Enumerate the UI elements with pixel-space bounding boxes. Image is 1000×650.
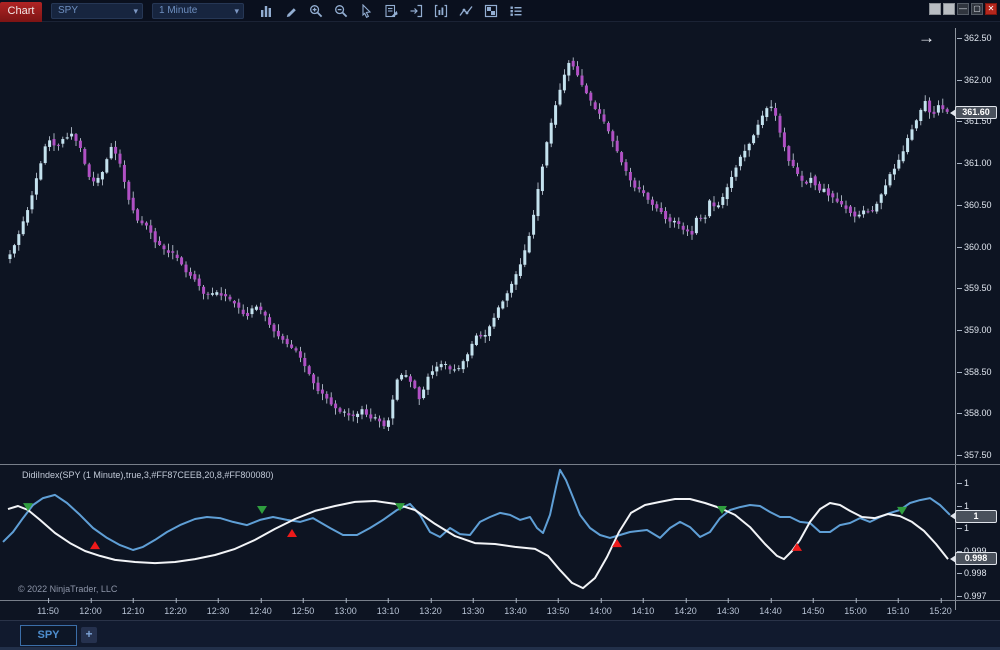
time-tick-label: 13:30 [462, 606, 485, 616]
instrument-value: SPY [58, 5, 78, 16]
indicator-tick-label: 0.998 [964, 569, 987, 578]
time-tick-label: 12:20 [164, 606, 187, 616]
properties-icon[interactable] [483, 3, 499, 19]
zoom-in-icon[interactable] [308, 3, 324, 19]
drawing-tools-icon[interactable] [283, 3, 299, 19]
time-tick-label: 12:40 [249, 606, 272, 616]
instrument-dropdown[interactable]: SPY ▾ [51, 3, 143, 19]
order-panel-icon[interactable] [408, 3, 424, 19]
time-tick-label: 14:20 [674, 606, 697, 616]
interval-value: 1 Minute [159, 5, 197, 16]
maximize-button[interactable]: ▢ [971, 3, 983, 15]
time-tick-label: 15:20 [929, 606, 952, 616]
chevron-down-icon: ▾ [133, 4, 138, 18]
time-tick-label: 12:50 [292, 606, 315, 616]
chart-area[interactable]: → 362.50362.00361.50361.00360.50360.0035… [0, 22, 1000, 620]
market-list-icon[interactable] [508, 3, 524, 19]
price-tick-label: 362.00 [964, 76, 992, 85]
time-tick-label: 14:10 [632, 606, 655, 616]
close-button[interactable]: ✕ [985, 3, 997, 15]
data-series-icon[interactable] [383, 3, 399, 19]
price-tick-label: 357.50 [964, 451, 992, 460]
indicator-value-badge-blue: 1 [955, 510, 997, 523]
chart-trader-icon[interactable] [433, 3, 449, 19]
time-tick-label: 13:50 [547, 606, 570, 616]
indicator-tick-label: 1 [964, 524, 969, 533]
time-axis-separator [0, 600, 1000, 601]
time-tick-label: 14:30 [717, 606, 740, 616]
time-tick-label: 12:00 [79, 606, 102, 616]
price-tick-label: 358.50 [964, 368, 992, 377]
time-tick-label: 13:20 [419, 606, 442, 616]
price-tick-label: 358.00 [964, 409, 992, 418]
price-tick-label: 361.00 [964, 159, 992, 168]
window-extra-button-1[interactable] [929, 3, 941, 15]
chevron-down-icon: ▾ [234, 4, 239, 18]
zoom-out-icon[interactable] [333, 3, 349, 19]
last-price-badge: 361.60 [955, 106, 997, 119]
time-tick-label: 14:00 [589, 606, 612, 616]
time-tick-label: 12:30 [207, 606, 230, 616]
price-tick-label: 360.50 [964, 201, 992, 210]
candlestick-chart-canvas[interactable] [0, 22, 1000, 650]
window-buttons: — ▢ ✕ [929, 3, 997, 15]
zigzag-line-icon[interactable] [458, 3, 474, 19]
panel-separator[interactable] [0, 464, 1000, 465]
add-tab-button[interactable]: + [81, 627, 97, 643]
minimize-button[interactable]: — [957, 3, 969, 15]
time-tick-label: 12:10 [122, 606, 145, 616]
indicator-label: DidiIndex(SPY (1 Minute),true,3,#FF87CEE… [22, 470, 273, 480]
indicator-tick-label: 0.997 [964, 592, 987, 601]
cursor-icon[interactable] [358, 3, 374, 19]
price-tick-label: 360.00 [964, 243, 992, 252]
price-tick-label: 359.00 [964, 326, 992, 335]
price-tick-label: 362.50 [964, 34, 992, 43]
time-tick-label: 15:10 [887, 606, 910, 616]
time-tick-label: 13:40 [504, 606, 527, 616]
tab-spy[interactable]: SPY [20, 625, 77, 646]
time-tick-label: 11:50 [37, 606, 59, 616]
price-style-icon[interactable] [258, 3, 274, 19]
time-tick-label: 13:10 [377, 606, 400, 616]
interval-dropdown[interactable]: 1 Minute ▾ [152, 3, 244, 19]
bottom-tab-bar: SPY + [0, 620, 1000, 650]
ninjatrader-chart-window: Chart SPY ▾ 1 Minute ▾ [0, 0, 1000, 650]
chart-window-tab[interactable]: Chart [0, 2, 42, 22]
time-tick-label: 15:00 [844, 606, 867, 616]
copyright-text: © 2022 NinjaTrader, LLC [18, 584, 117, 594]
time-tick-label: 14:50 [802, 606, 825, 616]
window-extra-button-2[interactable] [943, 3, 955, 15]
scroll-to-latest-arrow[interactable]: → [918, 29, 935, 46]
indicator-value-badge-white: 0.998 [955, 552, 997, 565]
toolbar: Chart SPY ▾ 1 Minute ▾ [0, 0, 1000, 22]
price-tick-label: 359.50 [964, 284, 992, 293]
toolbar-icons [258, 3, 524, 19]
time-tick-label: 13:00 [334, 606, 357, 616]
indicator-tick-label: 1 [964, 479, 969, 488]
time-tick-label: 14:40 [759, 606, 782, 616]
